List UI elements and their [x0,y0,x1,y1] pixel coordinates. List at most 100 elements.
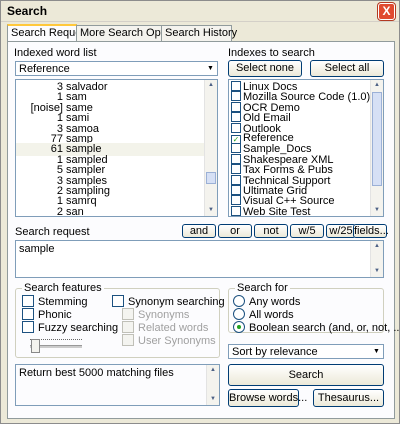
select-none-button[interactable]: Select none [228,60,302,77]
checkbox-icon[interactable] [231,205,241,216]
synonyms-label: Synonyms [138,309,190,321]
boolean-search-radio[interactable]: Boolean search (and, or, not, ...) [233,321,400,334]
checkbox-icon[interactable] [231,122,241,133]
phonic-label: Phonic [38,309,72,321]
synonym-label: Synonym searching [128,296,225,308]
scroll-up-icon[interactable]: ▲ [372,241,382,252]
fuzziness-slider[interactable] [31,339,40,353]
select-all-button[interactable]: Select all [310,60,384,77]
index-list-item[interactable]: Shakespeare XML [231,153,334,165]
search-request-scrollbar[interactable]: ▲ ▼ [370,241,383,277]
radio-dot [233,308,245,320]
fields-button[interactable]: fields... [353,224,389,238]
user-synonyms-checkbox[interactable]: User Synonyms [122,334,216,347]
scroll-down-icon[interactable]: ▼ [372,266,382,277]
all-words-radio[interactable]: All words [233,308,294,321]
index-list-item[interactable]: Visual C++ Source [231,195,335,207]
scroll-thumb[interactable] [372,92,382,186]
indexed-word-list-label: Indexed word list [14,47,97,59]
scroll-up-icon[interactable]: ▲ [206,80,216,91]
checkbox-icon[interactable] [231,143,241,154]
scroll-down-icon[interactable]: ▼ [206,205,216,216]
checkbox-icon[interactable] [231,81,241,91]
checkbox-icon[interactable] [231,174,241,185]
index-list-item[interactable]: ✓ Reference [231,132,294,145]
index-list-item[interactable]: Technical Support [231,174,330,186]
scroll-down-icon[interactable]: ▼ [208,394,218,405]
thesaurus-button[interactable]: Thesaurus... [313,389,384,407]
word-list-index-value: Reference [19,63,70,75]
checkbox-icon[interactable] [231,112,241,123]
w5-button[interactable]: w/5 [290,224,324,238]
indexes-scrollbar[interactable]: ▲ ▼ [370,80,383,216]
and-button[interactable]: and [182,224,216,238]
synonyms-checkbox[interactable]: Synonyms [122,308,189,321]
synonym-searching-checkbox[interactable]: Synonym searching [112,295,225,308]
tab-panel: Indexed word list Reference ▼ 3 salvador 1… [7,41,400,419]
index-list-item[interactable]: Ultimate Grid [231,185,307,197]
close-icon[interactable]: X [378,3,395,20]
scroll-thumb[interactable] [206,172,216,184]
related-label: Related words [138,322,209,334]
scroll-down-icon[interactable]: ▼ [372,205,382,216]
index-list-item[interactable]: Old Email [231,112,291,124]
w25-button[interactable]: w/25 [326,224,356,238]
status-scrollbar[interactable]: ▲ ▼ [206,365,219,405]
fuzzy-label: Fuzzy searching [38,322,119,334]
checkbox-icon[interactable] [231,153,241,164]
radio-dot [233,321,245,333]
index-list-item[interactable]: Tax Forms & Pubs [231,164,333,176]
search-request-value: sample [19,243,55,255]
title-bar: Search X [1,1,399,22]
browse-words-button[interactable]: Browse words... [228,389,307,407]
checkbox-icon[interactable] [231,101,241,112]
tab-more-search-options[interactable]: More Search Options [76,25,184,41]
word-count: 2 [56,205,63,217]
search-features-title: Search features [22,282,104,294]
checkbox-icon[interactable] [231,185,241,195]
index-name: Reference [243,132,294,144]
chevron-down-icon: ▼ [373,348,380,355]
radio-dot [233,295,245,307]
index-name: Web Site Test [243,205,311,217]
status-box: Return best 5000 matching files ▲ ▼ [15,364,220,406]
boolean-label: Boolean search (and, or, not, ...) [249,322,400,334]
not-button[interactable]: not [254,224,288,238]
search-for-group: Search for Any words All words Boolean s… [228,282,400,334]
word-list[interactable]: 3 salvador 1 sam [noise] same 1 sami 3 samoa 77 sam… [15,79,218,217]
or-button[interactable]: or [218,224,252,238]
all-words-label: All words [249,309,294,321]
indexes-to-search-label: Indexes to search [228,47,315,59]
index-list-item[interactable]: Mozilla Source Code (1.0) [231,91,370,103]
phonic-checkbox[interactable]: Phonic [22,308,72,321]
index-list-item[interactable]: OCR Demo [231,101,300,113]
checkbox-icon[interactable] [231,195,241,206]
related-words-checkbox[interactable]: Related words [122,321,208,334]
index-list-item[interactable]: Sample_Docs [231,143,311,155]
search-features-group: Search features Stemming Phonic Fuzzy se… [15,282,225,358]
tab-search-history[interactable]: Search History [161,25,237,41]
sort-select[interactable]: Sort by relevance ▼ [228,344,384,359]
word-list-index-select[interactable]: Reference ▼ [15,61,218,76]
search-for-title: Search for [235,282,290,294]
checkbox-icon[interactable] [231,91,241,102]
scroll-up-icon[interactable]: ▲ [208,365,218,376]
word-text: san [66,205,84,217]
search-button[interactable]: Search [228,364,384,386]
search-dialog: Search X Search Request More Search Opti… [0,0,400,424]
scroll-up-icon[interactable]: ▲ [372,80,382,91]
any-words-label: Any words [249,296,301,308]
indexes-list[interactable]: Linux Docs Mozilla Source Code (1.0) OCR D… [228,79,384,217]
user-synonyms-label: User Synonyms [138,335,216,347]
search-request-input[interactable]: sample ▲ ▼ [15,240,384,278]
index-list-item[interactable]: Linux Docs [231,81,297,93]
stemming-checkbox[interactable]: Stemming [22,295,88,308]
window-title: Search [7,4,48,18]
checkbox-icon[interactable] [231,164,241,175]
index-list-item[interactable]: Web Site Test [231,205,311,217]
any-words-radio[interactable]: Any words [233,295,300,308]
fuzzy-searching-checkbox[interactable]: Fuzzy searching [22,321,118,334]
tab-search-request[interactable]: Search Request [7,24,90,42]
word-list-item[interactable]: 2 san [16,205,206,217]
word-list-scrollbar[interactable]: ▲ ▼ [204,80,217,216]
